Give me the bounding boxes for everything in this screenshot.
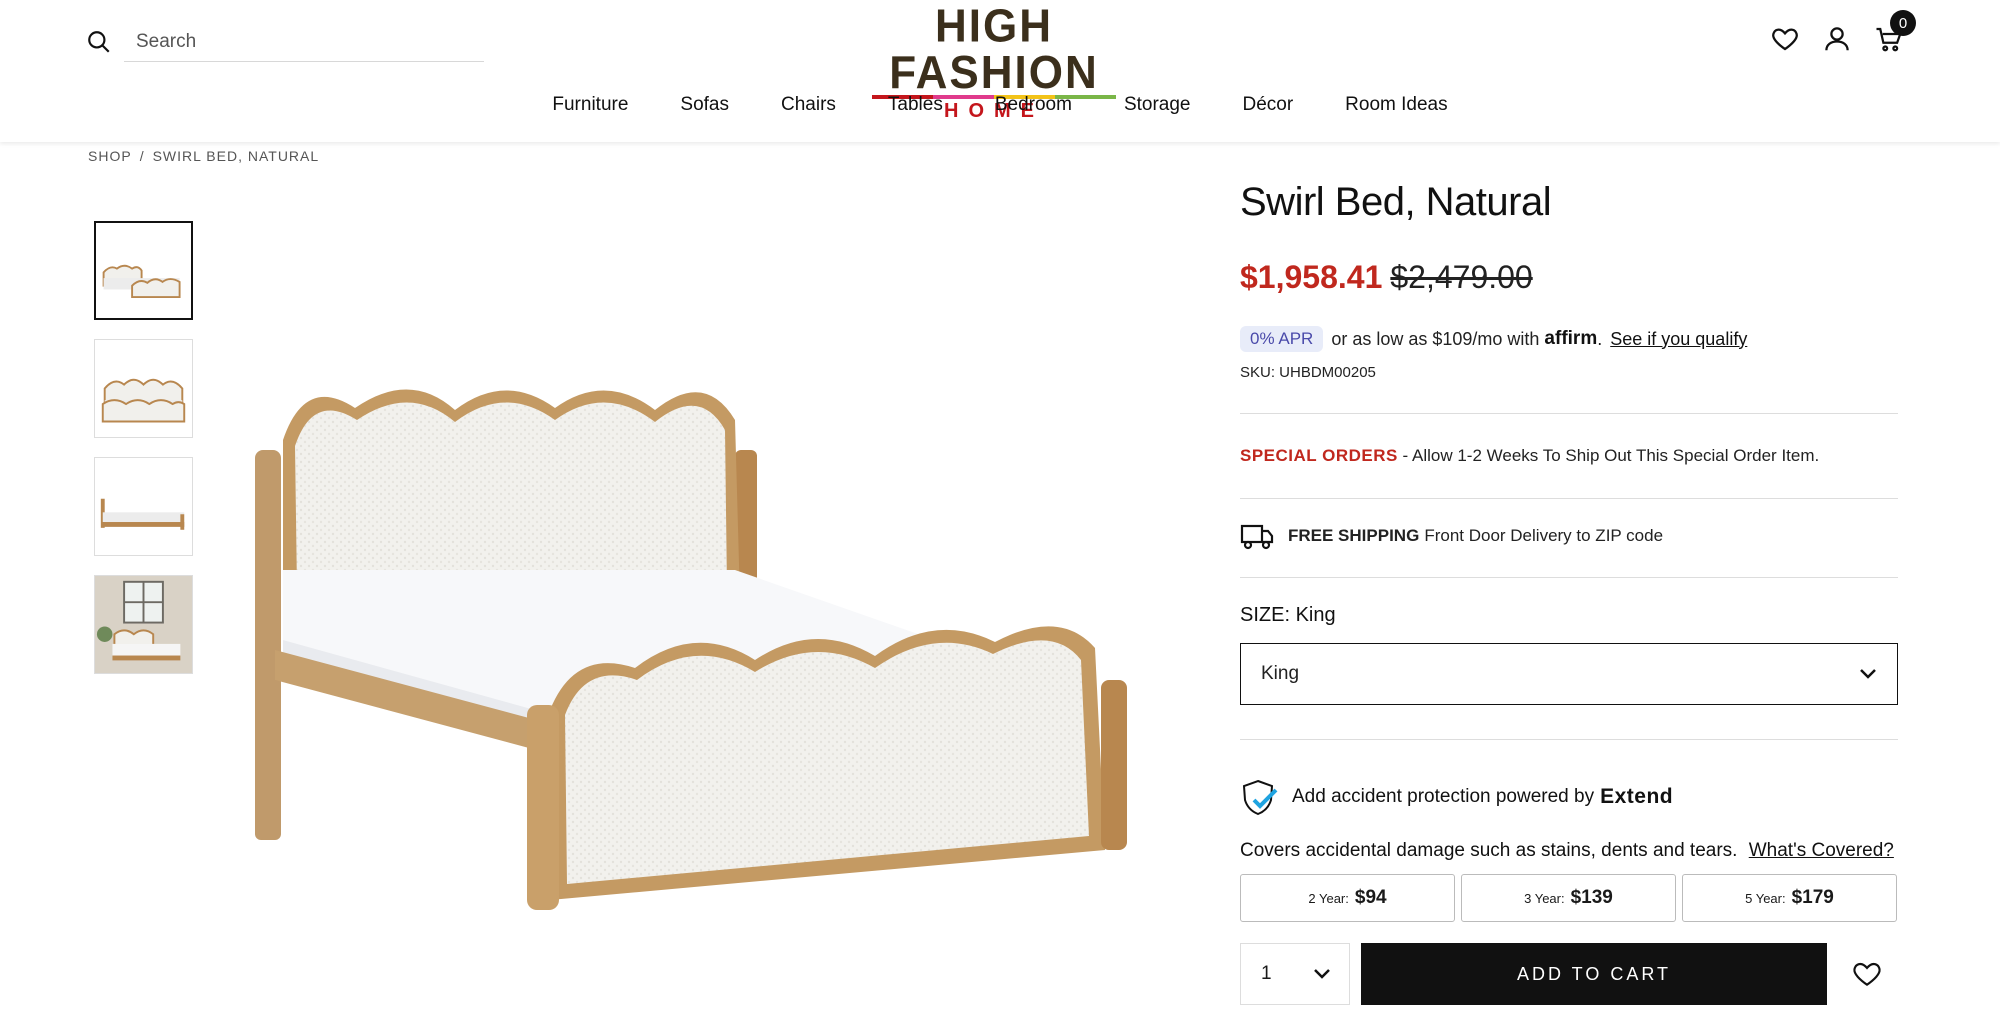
plan-option-5-year[interactable]: 5 Year: $179 [1682,874,1897,922]
logo-text-top: HIGH FASHION [889,0,1099,99]
breadcrumb-separator: / [139,148,145,164]
divider [1240,577,1898,578]
shipping-text: Front Door Delivery to ZIP code [1424,526,1664,545]
divider [1240,498,1898,499]
search-icon[interactable] [86,29,112,55]
plan-term: 3 Year: [1524,890,1565,906]
nav-item-chairs[interactable]: Chairs [781,94,836,116]
divider [1240,413,1898,414]
nav-item-sofas[interactable]: Sofas [680,94,729,116]
nav-item-room-ideas[interactable]: Room Ideas [1345,94,1447,116]
nav-item-storage[interactable]: Storage [1124,94,1191,116]
wishlist-heart-icon[interactable] [1770,24,1800,54]
original-price: $2,479.00 [1390,259,1533,295]
extend-logo: Extend [1600,785,1674,808]
affirm-logo: affirm [1544,328,1598,349]
product-title: Swirl Bed, Natural [1240,180,1552,224]
size-label: SIZE: King [1240,604,1336,626]
bed-angle-thumbnail-image [102,264,181,299]
thumbnail-4[interactable] [94,575,193,674]
nav-item-tables[interactable]: Tables [888,94,943,116]
size-selected-value: King [1261,663,1300,684]
nav-item-bedroom[interactable]: Bedroom [995,94,1072,116]
breadcrumb-shop-link[interactable]: SHOP [88,148,132,164]
coverage-text: Covers accidental damage such as stains,… [1240,840,1738,861]
divider [1240,739,1898,740]
apr-badge: 0% APR [1240,326,1324,352]
quantity-value: 1 [1261,963,1272,984]
shipping-info: FREE SHIPPING Front Door Delivery to ZIP… [1240,521,1898,551]
thumbnail-3[interactable] [94,457,193,556]
protection-header: Add accident protection powered by Exten… [1240,778,1898,816]
plan-term: 5 Year: [1745,890,1786,906]
breadcrumb-current: SWIRL BED, NATURAL [152,148,320,164]
main-nav: Furniture Sofas Chairs Tables Bedroom St… [0,94,2000,116]
plan-price: $179 [1791,887,1834,908]
protection-plans: 2 Year: $94 3 Year: $139 5 Year: $179 [1240,874,1898,922]
main-product-image[interactable] [235,380,1175,920]
account-user-icon[interactable] [1822,24,1852,54]
bed-front-thumbnail-image [101,378,186,423]
thumbnail-2[interactable] [94,339,193,438]
whats-covered-link[interactable]: What's Covered? [1749,840,1894,861]
plan-price: $139 [1570,887,1613,908]
add-to-cart-button[interactable]: ADD TO CART [1361,943,1827,1005]
size-select[interactable]: King [1240,643,1898,705]
nav-item-furniture[interactable]: Furniture [552,94,628,116]
header-actions: 0 [1770,10,1916,54]
cart-button[interactable]: 0 [1874,10,1916,54]
protection-intro: Add accident protection powered by [1292,786,1595,807]
coverage-description: Covers accidental damage such as stains,… [1240,840,1898,862]
shield-check-icon [1242,779,1278,816]
price-row: $1,958.41 $2,479.00 [1240,259,1898,296]
product-info-panel: Swirl Bed, Natural $1,958.41 $2,479.00 0… [1240,180,1898,1005]
chevron-down-icon [1860,669,1876,679]
special-order-label: SPECIAL ORDERS [1240,446,1398,465]
cart-count-badge: 0 [1890,10,1916,36]
quantity-select[interactable]: 1 [1240,943,1350,1005]
free-shipping-label: FREE SHIPPING [1288,526,1420,545]
site-logo[interactable]: HIGH FASHION HOME [872,3,1116,122]
purchase-row: 1 ADD TO CART [1240,943,1898,1005]
plan-term: 2 Year: [1308,890,1349,906]
bed-side-thumbnail-image [100,498,185,530]
nav-item-decor[interactable]: Décor [1242,94,1293,116]
plan-price: $94 [1354,887,1387,908]
breadcrumb: SHOP / SWIRL BED, NATURAL [88,148,319,164]
thumbnail-1[interactable] [94,221,193,320]
financing-period: . [1597,328,1603,349]
search-bar [86,22,484,62]
special-order-notice: SPECIAL ORDERS - Allow 1-2 Weeks To Ship… [1240,446,1898,466]
thumbnail-gallery [94,221,193,674]
qualify-link[interactable]: See if you qualify [1610,329,1747,350]
site-header: HIGH FASHION HOME 0 Furniture Sofas Chai… [0,0,2000,142]
special-order-text: - Allow 1-2 Weeks To Ship Out This Speci… [1397,446,1820,465]
sale-price: $1,958.41 [1240,259,1383,295]
plan-option-2-year[interactable]: 2 Year: $94 [1240,874,1455,922]
financing-text: or as low as $109/mo with [1331,328,1540,349]
delivery-truck-icon [1240,524,1274,550]
add-to-wishlist-heart-icon[interactable] [1851,958,1883,990]
search-input[interactable] [124,22,484,62]
bed-room-scene-thumbnail-image [95,576,192,673]
product-sku: SKU: UHBDM00205 [1240,364,1376,381]
plan-option-3-year[interactable]: 3 Year: $139 [1461,874,1676,922]
chevron-down-icon [1314,969,1330,979]
financing-row: 0% APR or as low as $109/mo with affirm.… [1240,326,1898,352]
